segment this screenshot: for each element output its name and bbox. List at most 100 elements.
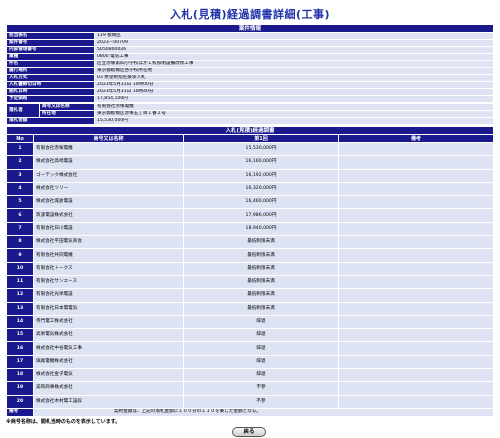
bid-amount: 辞退 — [183, 368, 339, 383]
table-row: 11 有限会社サンエース 最低制限未満 — [6, 274, 494, 290]
bid-no: 1 — [6, 141, 34, 157]
bid-remarks — [338, 368, 494, 383]
table-row: 4 株式会社ツリー 16,320,000円 — [6, 181, 494, 197]
bid-no: 11 — [6, 274, 34, 290]
bidder-name: 株式会社平田電気商会 — [33, 235, 184, 250]
bidder-name: ゴーテック株式会社 — [33, 168, 184, 183]
bid-no: 13 — [6, 301, 34, 316]
table-row: 20 株式会社木村電工設段 不参 — [6, 394, 494, 409]
table-row: 8 株式会社平田電気商会 最低制限未満 — [6, 235, 494, 250]
table-row: 3 ゴーテック株式会社 16,192,000円 — [6, 168, 494, 183]
case-info-label: 件名 — [6, 60, 95, 68]
bid-remarks — [338, 195, 494, 210]
bidder-name: 株式会社城倉電設 — [33, 195, 184, 210]
case-info-value: 2023－00709 — [94, 39, 494, 47]
bid-amount: 最低制限未満 — [183, 235, 339, 250]
case-info-value: 5050800026 — [94, 46, 494, 54]
table-row: 10 有限会社トークス 最低制限未満 — [6, 261, 494, 276]
case-info-label: 入札書締切日時 — [6, 81, 95, 89]
bid-no: 16 — [6, 341, 34, 356]
bidder-name: 有限会社サンエース — [33, 274, 184, 290]
content-area: 案件情報 担当係名 119 板橋区 案件番号 2023－00709 内部管理番号 5050… — [6, 24, 494, 417]
back-button[interactable]: 戻る — [232, 427, 266, 437]
case-info-row: 案件番号 2023－00709 — [6, 39, 494, 47]
case-info-row: 業種 0800 電気工事 — [6, 53, 494, 61]
bid-no: 5 — [6, 195, 34, 210]
case-info-row: 入札書締切日時 2023年5月31日 10時00分 — [6, 81, 494, 89]
case-info-row: 内部管理番号 5050800026 — [6, 46, 494, 54]
bid-remarks — [338, 155, 494, 170]
case-info-value: 2023年5月31日 10時40分 — [94, 88, 494, 96]
case-info-value: 0800 電気工事 — [94, 53, 494, 61]
bid-amount: 15,530,000円 — [183, 141, 339, 157]
bid-no: 18 — [6, 368, 34, 383]
table-row: 19 美和商事株式会社 不参 — [6, 381, 494, 396]
bid-remarks — [338, 354, 494, 370]
winner-address: 東京都板橋区赤塚五丁目１番２号 — [94, 110, 494, 118]
case-info-row: 担当係名 119 板橋区 — [6, 32, 494, 40]
bidder-name: 有限会社共同電機 — [33, 248, 184, 263]
bid-no: 7 — [6, 221, 34, 237]
bid-amount: 16,192,000円 — [183, 168, 339, 183]
bid-remarks — [338, 381, 494, 396]
bidder-name: 有限会社日本電電気 — [33, 301, 184, 316]
case-info-row: 予定価格 17,854,100円 — [6, 95, 494, 103]
col-name: 商号又は名称 — [33, 134, 184, 143]
bidder-name: 寺門電工株式会社 — [33, 314, 184, 330]
bid-amount: 最低制限未満 — [183, 301, 339, 316]
case-info-value: 東京都板橋区各学校所在地 — [94, 67, 494, 75]
case-info-value: 119 板橋区 — [94, 32, 494, 40]
bid-remarks — [338, 314, 494, 330]
bidder-name: 高栄電気株式会社 — [33, 328, 184, 343]
bid-no: 20 — [6, 394, 34, 409]
case-info-label: 案件番号 — [6, 39, 95, 47]
bidder-name: 美和商事株式会社 — [33, 381, 184, 396]
bid-no: 6 — [6, 208, 34, 223]
footnote: ※商号名称は、開札当時のものを表示しています。 — [6, 419, 121, 425]
bidder-name: 株式会社高崎電設 — [33, 155, 184, 170]
case-info-value: 区立赤塚第四小学校ほか１校照明設備改修工事 — [94, 60, 494, 68]
bid-remarks — [338, 261, 494, 276]
bid-no: 4 — [6, 181, 34, 197]
bidder-name: 璃尾電機株式会社 — [33, 354, 184, 370]
table-row: 6 筑波電設株式会社 17,986,000円 — [6, 208, 494, 223]
bidder-name: 株式会社中谷電気工事 — [33, 341, 184, 356]
bid-no: 10 — [6, 261, 34, 276]
bid-amount: 最低制限未満 — [183, 288, 339, 303]
table-row: 16 株式会社中谷電気工事 辞退 — [6, 341, 494, 356]
bid-amount: 18,940,000円 — [183, 221, 339, 237]
page-title: 入札(見積)経過調書詳細(工事) — [169, 8, 331, 21]
table-row: 18 株式会社金子電気 辞退 — [6, 368, 494, 383]
case-info-label: 入札方式 — [6, 74, 95, 82]
bid-amount: 辞退 — [183, 314, 339, 330]
winning-amount: 15,530,000円 — [94, 117, 494, 125]
case-info-label: 業種 — [6, 53, 95, 61]
bidder-name: 筑波電設株式会社 — [33, 208, 184, 223]
table-row: 13 有限会社日本電電気 最低制限未満 — [6, 301, 494, 316]
bidder-name: 有限会社日川電設 — [33, 221, 184, 237]
table-row: 5 株式会社城倉電設 16,460,000円 — [6, 195, 494, 210]
col-no: No — [6, 134, 34, 143]
case-info-table: 案件情報 担当係名 119 板橋区 案件番号 2023－00709 内部管理番号 5050… — [6, 24, 494, 103]
bidder-name: 有限会社光栄電設 — [33, 288, 184, 303]
case-info-value: 2023年5月31日 10時00分 — [94, 81, 494, 89]
winner-name: 有限会社赤塚電機 — [94, 103, 494, 111]
bid-amount: 16,160,000円 — [183, 155, 339, 170]
bid-amount: 辞退 — [183, 354, 339, 370]
case-info-label: 履行場所 — [6, 67, 95, 75]
bidder-name: 株式会社ツリー — [33, 181, 184, 197]
bid-amount: 不参 — [183, 381, 339, 396]
table-row: 9 有限会社共同電機 最低制限未満 — [6, 248, 494, 263]
table-row: 17 璃尾電機株式会社 辞退 — [6, 354, 494, 370]
case-info-label: 担当係名 — [6, 32, 95, 40]
bid-remarks — [338, 394, 494, 409]
bid-amount: 17,986,000円 — [183, 208, 339, 223]
bid-amount: 16,460,000円 — [183, 195, 339, 210]
case-info-label: 予定価格 — [6, 95, 95, 103]
bid-remarks — [338, 248, 494, 263]
bid-amount: 不参 — [183, 394, 339, 409]
case-info-row: 履行場所 東京都板橋区各学校所在地 — [6, 67, 494, 75]
bid-no: 9 — [6, 248, 34, 263]
winner-address-label: 所在地 — [39, 110, 95, 118]
bid-no: 19 — [6, 381, 34, 396]
